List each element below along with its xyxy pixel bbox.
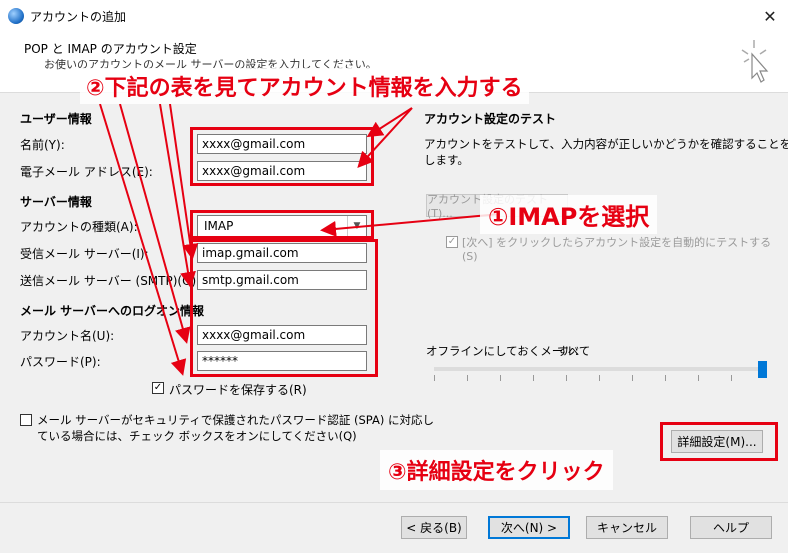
- annotation-step3: ③詳細設定をクリック: [380, 450, 613, 490]
- arrow-to-account-type: [320, 213, 501, 237]
- annotation-step2: ②下記の表を見てアカウント情報を入力する: [80, 68, 529, 104]
- annotation-step1: ①IMAPを選択: [480, 195, 658, 234]
- arrow-to-password: [99, 103, 187, 376]
- arrow-to-outgoing: [159, 103, 196, 288]
- arrow-to-email: [357, 107, 413, 168]
